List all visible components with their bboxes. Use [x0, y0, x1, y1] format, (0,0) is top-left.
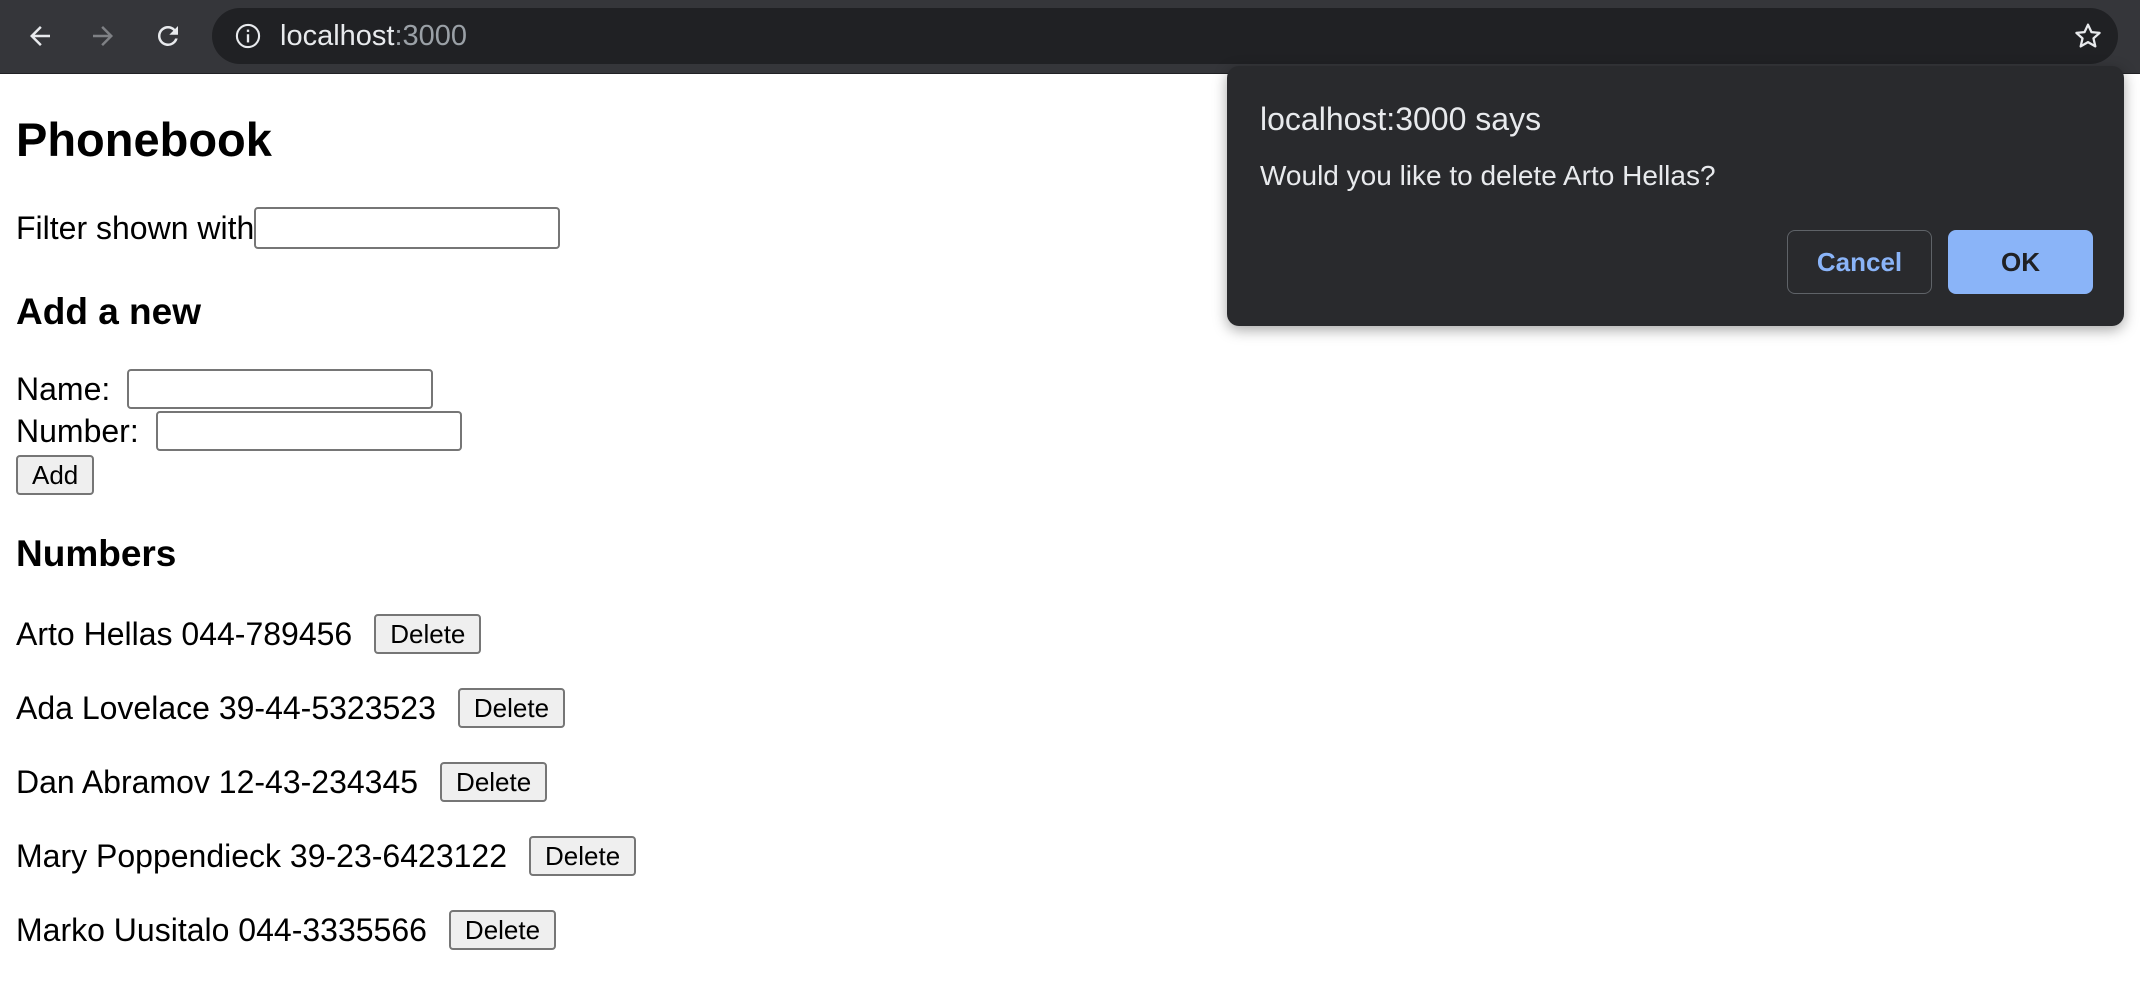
- url-text[interactable]: localhost:3000: [280, 20, 467, 52]
- number-input[interactable]: [155, 411, 462, 451]
- name-input[interactable]: [127, 369, 434, 409]
- url-port: :3000: [394, 20, 468, 52]
- filter-label: Filter shown with: [16, 209, 255, 246]
- person-entry: Marko Uusitalo 044-3335566 Delete: [16, 910, 557, 950]
- delete-button[interactable]: Delete: [448, 910, 557, 950]
- filter-row: Filter shown with: [16, 207, 561, 249]
- browser-toolbar: localhost:3000: [0, 0, 2140, 74]
- reload-button[interactable]: [148, 16, 188, 56]
- person-entry-text: Dan Abramov 12-43-234345: [16, 763, 419, 800]
- add-row: Add: [16, 455, 95, 495]
- filter-input[interactable]: [254, 207, 561, 249]
- person-entry: Arto Hellas 044-789456 Delete: [16, 614, 482, 654]
- person-entry: Mary Poppendieck 39-23-6423122 Delete: [16, 836, 637, 876]
- forward-arrow-icon: [93, 26, 113, 46]
- number-label: Number:: [16, 412, 148, 449]
- url-host: localhost: [280, 20, 395, 52]
- person-entry-text: Mary Poppendieck 39-23-6423122: [16, 837, 507, 874]
- numbers-heading: Numbers: [16, 533, 177, 574]
- page-title: Phonebook: [16, 113, 272, 166]
- person-entry-text: Marko Uusitalo 044-3335566: [16, 911, 427, 948]
- back-button[interactable]: [20, 16, 60, 56]
- name-row: Name:: [16, 369, 434, 409]
- forward-button[interactable]: [83, 16, 123, 56]
- person-entry-text: Arto Hellas 044-789456: [16, 615, 353, 652]
- dialog-cancel-button[interactable]: Cancel: [1787, 230, 1932, 294]
- add-new-heading: Add a new: [16, 291, 202, 332]
- delete-button[interactable]: Delete: [374, 614, 482, 654]
- person-entry-text: Ada Lovelace 39-44-5323523: [16, 689, 436, 726]
- dialog-title: localhost:3000 says: [1260, 101, 1542, 137]
- back-arrow-icon: [30, 26, 50, 46]
- delete-button[interactable]: Delete: [529, 836, 637, 876]
- number-row: Number:: [16, 411, 462, 451]
- dialog-ok-button[interactable]: OK: [1948, 230, 2093, 294]
- delete-button[interactable]: Delete: [440, 762, 548, 802]
- reload-icon: [157, 25, 178, 46]
- add-button[interactable]: Add: [16, 455, 95, 495]
- dialog-message: Would you like to delete Arto Hellas?: [1260, 160, 1716, 191]
- delete-button[interactable]: Delete: [457, 688, 566, 728]
- address-bar[interactable]: localhost:3000: [212, 8, 2118, 64]
- person-entry: Ada Lovelace 39-44-5323523 Delete: [16, 688, 566, 728]
- info-icon[interactable]: [234, 22, 262, 50]
- star-icon[interactable]: [2072, 20, 2104, 52]
- person-entry: Dan Abramov 12-43-234345 Delete: [16, 762, 548, 802]
- name-label: Name:: [16, 370, 120, 407]
- confirm-dialog: localhost:3000 says Would you like to de…: [1227, 66, 2124, 326]
